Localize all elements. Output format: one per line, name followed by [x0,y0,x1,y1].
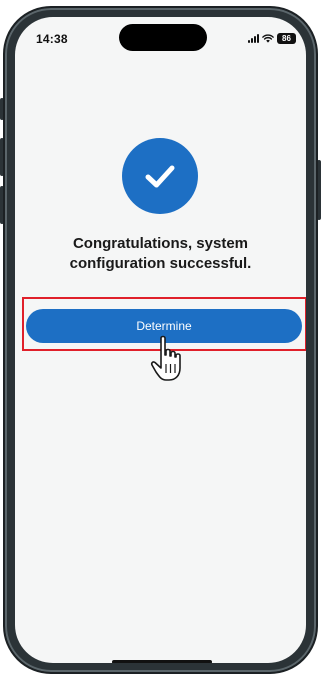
status-icons: 86 [248,32,296,44]
home-indicator [112,660,212,663]
hand-pointer-icon [150,335,181,381]
success-message: Congratulations, system configuration su… [15,234,306,274]
wifi-icon [262,33,274,43]
signal-icon [248,33,259,43]
dynamic-island [119,24,207,51]
phone-screen: 14:38 86 Congratulations, system configu… [15,17,306,663]
status-time: 14:38 [36,32,68,46]
battery-icon: 86 [277,32,296,44]
success-message-line1: Congratulations, system [72,235,249,252]
checkmark-icon [122,138,198,214]
success-message-line2: configuration successful. [69,255,252,272]
